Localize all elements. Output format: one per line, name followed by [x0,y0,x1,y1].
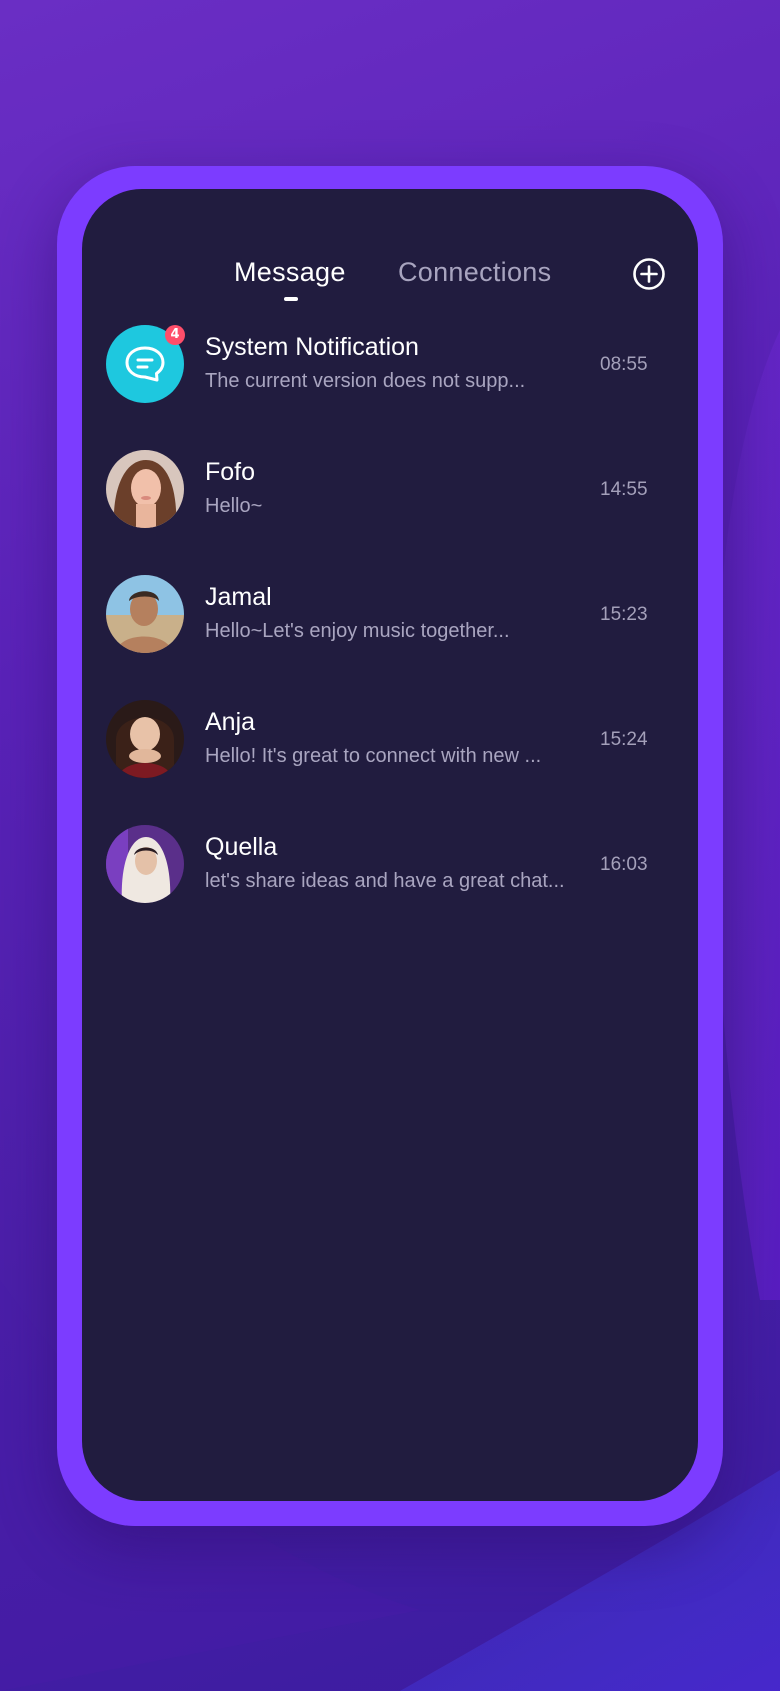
plus-circle-icon [633,258,665,290]
tab-connections[interactable]: Connections [398,257,551,288]
messages-screen: Message Connections 4 System Notificatio… [82,189,698,1501]
avatar [106,700,184,778]
conversation-anja[interactable]: Anja Hello! It's great to connect with n… [82,694,698,804]
message-preview: Hello~Let's enjoy music together... [205,620,510,642]
contact-name: System Notification [205,333,419,361]
unread-badge: 4 [165,325,185,345]
contact-name: Jamal [205,583,272,611]
message-time: 15:23 [600,604,648,625]
conversation-system-notification[interactable]: 4 System Notification The current versio… [82,319,698,429]
message-time: 14:55 [600,479,648,500]
message-preview: let's share ideas and have a great chat.… [205,870,565,892]
message-time: 15:24 [600,729,648,750]
contact-name: Fofo [205,458,256,486]
tab-message[interactable]: Message [234,257,346,288]
contact-name: Anja [205,708,256,736]
message-time: 16:03 [600,854,648,875]
avatar [106,575,184,653]
conversation-fofo[interactable]: Fofo Hello~ 14:55 [82,444,698,554]
chat-bubble-icon [125,346,165,382]
active-tab-indicator [284,297,298,301]
header: Message Connections [82,189,698,301]
message-time: 08:55 [600,354,648,375]
message-preview: Hello~ [205,495,263,517]
contact-name: Quella [205,833,278,861]
message-preview: The current version does not supp... [205,370,526,392]
message-preview: Hello! It's great to connect with new ..… [205,745,542,767]
add-button[interactable] [632,257,666,291]
avatar [106,450,184,528]
avatar [106,825,184,903]
conversation-quella[interactable]: Quella let's share ideas and have a grea… [82,819,698,929]
conversation-jamal[interactable]: Jamal Hello~Let's enjoy music together..… [82,569,698,679]
